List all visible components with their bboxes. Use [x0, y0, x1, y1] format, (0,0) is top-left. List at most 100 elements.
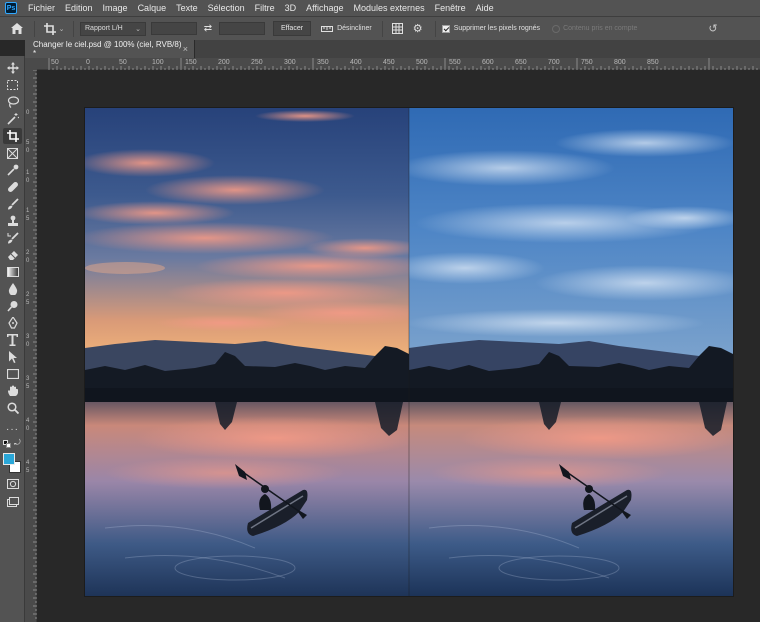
- separator: [73, 20, 74, 37]
- menu-edition[interactable]: Edition: [60, 0, 98, 16]
- straighten-label[interactable]: Désincliner: [337, 25, 372, 32]
- ruler-label: 5: [26, 384, 30, 390]
- content-aware-radio[interactable]: Contenu pris en compte: [552, 24, 638, 33]
- dodge-icon[interactable]: [3, 298, 22, 314]
- menu-aide[interactable]: Aide: [471, 0, 499, 16]
- marquee-icon[interactable]: [3, 77, 22, 93]
- ruler-label: 3: [26, 376, 30, 382]
- clear-button[interactable]: Effacer: [273, 21, 312, 36]
- eraser-icon[interactable]: [3, 247, 22, 263]
- separator: [34, 20, 35, 37]
- ruler-label: 50: [51, 59, 59, 66]
- move-icon[interactable]: [3, 60, 22, 76]
- ruler-label: 0: [26, 258, 30, 264]
- ruler-label: 150: [185, 59, 197, 66]
- ruler-label: 0: [26, 178, 30, 184]
- blur-icon[interactable]: [3, 281, 22, 297]
- crop-icon[interactable]: [3, 128, 22, 144]
- reset-icon[interactable]: ↺: [706, 22, 720, 35]
- gear-icon[interactable]: ⚙: [407, 22, 429, 35]
- healing-icon[interactable]: [3, 179, 22, 195]
- ruler-label: 5: [26, 300, 30, 306]
- quick-mask-icon[interactable]: [3, 476, 22, 492]
- delete-cropped-checkbox[interactable]: Supprimer les pixels rognés: [441, 24, 540, 33]
- menu-fichier[interactable]: Fichier: [23, 0, 60, 16]
- lasso-icon[interactable]: [3, 94, 22, 110]
- history-brush-icon[interactable]: [3, 230, 22, 246]
- ruler-label: 0: [26, 110, 30, 116]
- ruler-label: 2: [26, 292, 30, 298]
- menu-selection[interactable]: Sélection: [203, 0, 250, 16]
- menu-modules-externes[interactable]: Modules externes: [349, 0, 430, 16]
- document-tab-bar: Changer le ciel.psd @ 100% (ciel, RVB/8)…: [25, 40, 760, 58]
- home-icon[interactable]: [6, 23, 28, 34]
- ruler-label: 0: [26, 342, 30, 348]
- grid-overlay-icon[interactable]: [389, 23, 407, 34]
- swap-icon[interactable]: ⇄: [197, 23, 219, 34]
- horizontal-ruler: 50 0 50 100 150 200 250 300 350 400 450 …: [37, 58, 760, 70]
- checkbox-checked[interactable]: [441, 24, 450, 33]
- pen-icon[interactable]: [3, 315, 22, 331]
- vertical-ruler: 0 5 0 1 0 1 5 2 0 2 5 3 0 3 5 4 0 4 5: [25, 70, 37, 622]
- toolbar: ··· ⤾: [0, 56, 25, 622]
- ruler-label: 1: [26, 208, 30, 214]
- chevron-down-icon: ⌄: [135, 25, 141, 33]
- ruler-label: 4: [26, 460, 30, 466]
- close-icon[interactable]: ×: [183, 44, 188, 54]
- ruler-label: 50: [119, 59, 127, 66]
- gradient-icon[interactable]: [3, 264, 22, 280]
- ruler-label: 600: [482, 59, 494, 66]
- ruler-corner: [25, 58, 37, 70]
- ruler-label: 5: [26, 468, 30, 474]
- canvas-area[interactable]: [37, 70, 760, 622]
- menu-calque[interactable]: Calque: [133, 0, 172, 16]
- ratio-select[interactable]: Rapport L/H ⌄: [80, 21, 146, 36]
- hand-icon[interactable]: [3, 383, 22, 399]
- ruler-label: 1: [26, 170, 30, 176]
- brush-icon[interactable]: [3, 196, 22, 212]
- type-icon[interactable]: [3, 332, 22, 348]
- ruler-label: 5: [26, 216, 30, 222]
- magic-wand-icon[interactable]: [3, 111, 22, 127]
- straighten-icon[interactable]: [317, 25, 337, 33]
- ruler-label: 0: [26, 426, 30, 432]
- ruler-label: 3: [26, 334, 30, 340]
- zoom-icon[interactable]: [3, 400, 22, 416]
- canvas-image: [85, 108, 733, 596]
- stamp-icon[interactable]: [3, 213, 22, 229]
- menu-fenetre[interactable]: Fenêtre: [430, 0, 471, 16]
- screen-mode-icon[interactable]: [3, 494, 22, 510]
- ruler-label: 550: [449, 59, 461, 66]
- ruler-label: 5: [26, 140, 30, 146]
- ruler-label: 250: [251, 59, 263, 66]
- foreground-color-swatch[interactable]: [3, 453, 15, 465]
- more-icon[interactable]: ···: [3, 421, 22, 437]
- ruler-label: 850: [647, 59, 659, 66]
- ruler-label: 200: [218, 59, 230, 66]
- separator: [381, 20, 383, 37]
- frame-icon[interactable]: [3, 145, 22, 161]
- menu-image[interactable]: Image: [98, 0, 133, 16]
- menu-affichage[interactable]: Affichage: [301, 0, 348, 16]
- document-canvas[interactable]: [85, 108, 733, 596]
- swap-colors-icon[interactable]: ⤾: [14, 438, 21, 448]
- menu-3d[interactable]: 3D: [280, 0, 302, 16]
- path-select-icon[interactable]: [3, 349, 22, 365]
- content-aware-label: Contenu pris en compte: [563, 25, 638, 32]
- crop-tool-preset-icon[interactable]: ⌄: [41, 22, 67, 35]
- menu-filtre[interactable]: Filtre: [250, 0, 280, 16]
- radio-button[interactable]: [552, 24, 561, 33]
- height-input[interactable]: [219, 22, 265, 35]
- ruler-label: 650: [515, 59, 527, 66]
- ruler-label: 0: [26, 148, 30, 154]
- eyedropper-icon[interactable]: [3, 162, 22, 178]
- default-colors-icon[interactable]: [3, 440, 11, 448]
- photoshop-logo[interactable]: Ps: [5, 2, 17, 14]
- document-tab[interactable]: Changer le ciel.psd @ 100% (ciel, RVB/8)…: [25, 40, 195, 58]
- ratio-select-value: Rapport L/H: [85, 25, 123, 32]
- ruler-label: 500: [416, 59, 428, 66]
- ruler-label: 400: [350, 59, 362, 66]
- menu-texte[interactable]: Texte: [171, 0, 203, 16]
- rectangle-icon[interactable]: [3, 366, 22, 382]
- width-input[interactable]: [151, 22, 197, 35]
